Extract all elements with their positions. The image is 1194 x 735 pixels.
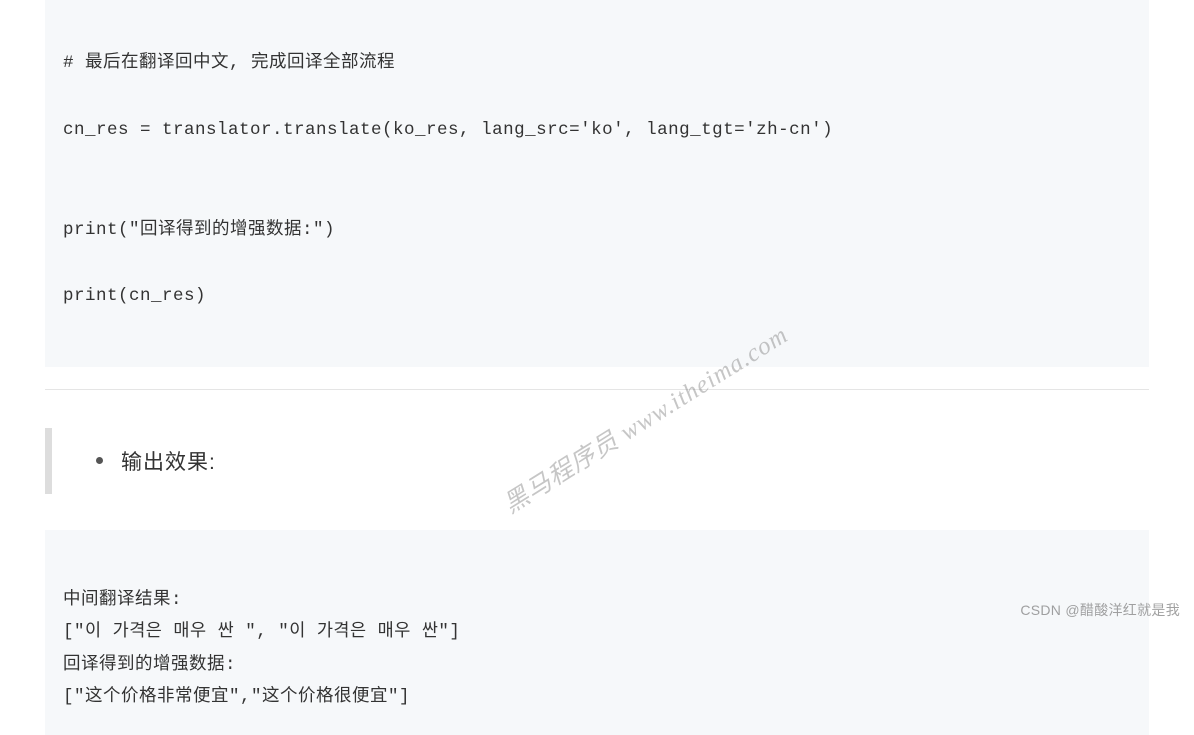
output-line: ["이 가격은 매우 싼 ", "이 가격은 매우 싼"] — [63, 622, 460, 642]
bullet-dot-icon — [96, 457, 103, 464]
quote-section: 输出效果: — [45, 428, 1149, 494]
code-line: # 最后在翻译回中文, 完成回译全部流程 — [63, 47, 1131, 80]
code-block: # 最后在翻译回中文, 完成回译全部流程 cn_res = translator… — [45, 0, 1149, 367]
section-divider — [45, 389, 1149, 390]
bullet-item: 输出效果: — [92, 446, 1149, 476]
output-line: ["这个价格非常便宜","这个价格很便宜"] — [63, 687, 410, 707]
output-line: 中间翻译结果: — [63, 590, 182, 610]
output-block: 中间翻译结果: ["이 가격은 매우 싼 ", "이 가격은 매우 싼"] 回译… — [45, 530, 1149, 735]
code-line: print("回译得到的增强数据:") — [63, 214, 1131, 247]
code-line: cn_res = translator.translate(ko_res, la… — [63, 114, 1131, 147]
code-line: print(cn_res) — [63, 280, 1131, 313]
output-line: 回译得到的增强数据: — [63, 655, 236, 675]
bullet-label: 输出效果: — [121, 446, 216, 476]
attribution-text: CSDN @醋酸洋红就是我 — [1020, 600, 1180, 620]
